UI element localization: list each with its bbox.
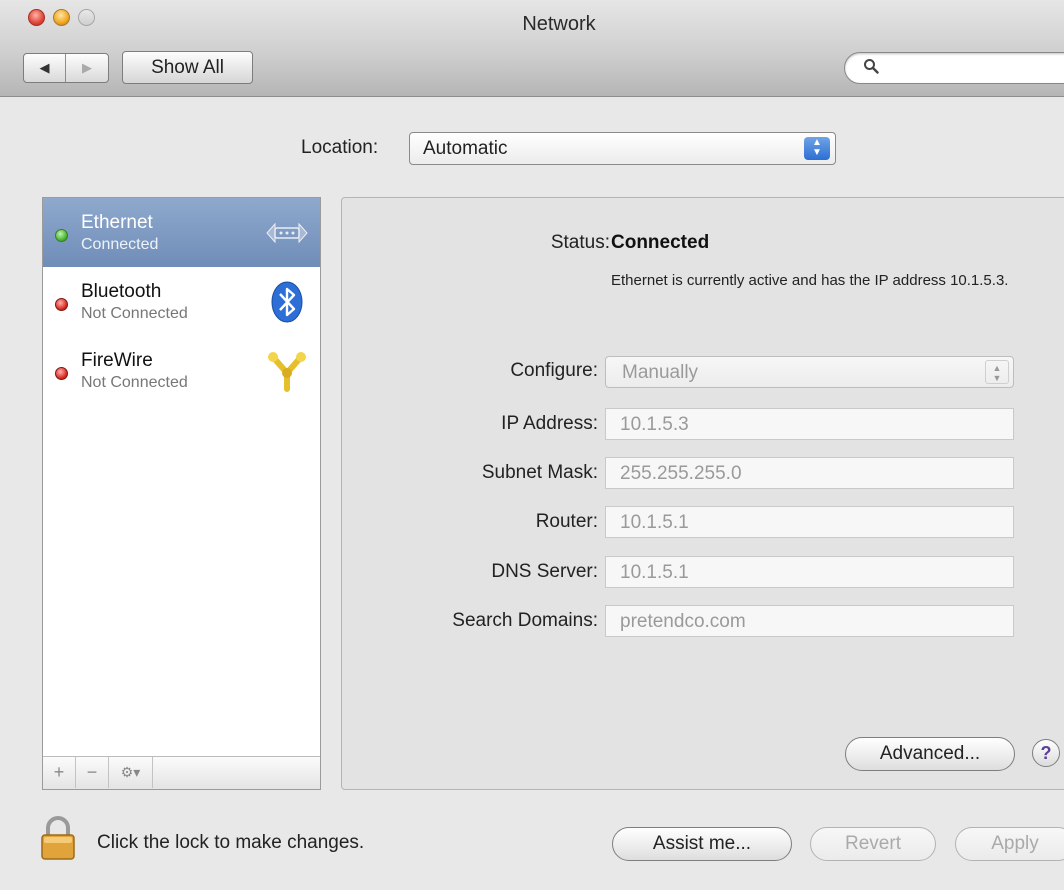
service-item-ethernet[interactable]: Ethernet Connected xyxy=(43,198,320,267)
ip-address-label: IP Address: xyxy=(501,413,598,434)
search-domains-field[interactable]: pretendco.com xyxy=(605,605,1014,637)
configure-value: Manually xyxy=(622,362,699,383)
service-name: Ethernet xyxy=(81,212,153,233)
apply-button[interactable]: Apply xyxy=(955,827,1064,861)
router-label: Router: xyxy=(535,511,598,532)
status-dot-icon xyxy=(55,298,68,311)
router-field[interactable]: 10.1.5.1 xyxy=(605,506,1014,538)
service-detail-panel: Status: Connected Ethernet is currently … xyxy=(341,197,1064,790)
title-bar: Network ◀ ▶ Show All xyxy=(0,0,1064,97)
forward-arrow-icon: ▶ xyxy=(82,60,92,75)
status-label: Status: xyxy=(550,232,610,253)
lock-icon[interactable] xyxy=(40,816,76,860)
bluetooth-icon xyxy=(264,279,310,325)
remove-service-button[interactable]: − xyxy=(76,757,109,788)
service-list-toolbar: + − ⚙▾ xyxy=(43,756,320,789)
advanced-button[interactable]: Advanced... xyxy=(845,737,1015,771)
select-arrows-icon: ▲ ▼ xyxy=(804,137,830,160)
status-value: Connected xyxy=(611,232,710,253)
status-dot-icon xyxy=(55,367,68,380)
select-arrows-icon: ▲ ▼ xyxy=(985,360,1009,384)
search-icon xyxy=(863,58,879,79)
network-preferences-window: Network ◀ ▶ Show All Location: Automatic… xyxy=(0,0,1064,890)
service-name: FireWire xyxy=(81,350,153,371)
subnet-mask-field[interactable]: 255.255.255.0 xyxy=(605,457,1014,489)
window-title: Network xyxy=(522,13,596,35)
status-dot-icon xyxy=(55,229,68,242)
search-domains-label: Search Domains: xyxy=(452,610,598,631)
location-select[interactable]: Automatic ▲ ▼ xyxy=(409,132,836,165)
dns-server-field[interactable]: 10.1.5.1 xyxy=(605,556,1014,588)
show-all-button[interactable]: Show All xyxy=(122,51,253,84)
back-forward-control: ◀ ▶ xyxy=(23,53,109,83)
service-item-bluetooth[interactable]: Bluetooth Not Connected xyxy=(43,267,320,336)
service-list: Ethernet Connected Bluetooth Not Connect… xyxy=(42,197,321,790)
service-status: Not Connected xyxy=(81,374,188,391)
forward-button[interactable]: ▶ xyxy=(66,54,108,82)
service-status: Not Connected xyxy=(81,305,188,322)
configure-select[interactable]: Manually ▲ ▼ xyxy=(605,356,1014,388)
ip-address-field[interactable]: 10.1.5.3 xyxy=(605,408,1014,440)
revert-button[interactable]: Revert xyxy=(810,827,936,861)
back-button[interactable]: ◀ xyxy=(24,54,66,82)
location-value: Automatic xyxy=(423,138,508,159)
service-status: Connected xyxy=(81,236,159,253)
location-label: Location: xyxy=(301,137,379,158)
help-icon: ? xyxy=(1040,742,1052,763)
search-field[interactable] xyxy=(844,52,1064,84)
help-button[interactable]: ? xyxy=(1032,739,1060,767)
back-arrow-icon: ◀ xyxy=(39,60,50,75)
ethernet-icon xyxy=(264,210,310,256)
assist-me-button[interactable]: Assist me... xyxy=(612,827,792,861)
service-item-firewire[interactable]: FireWire Not Connected xyxy=(43,336,320,405)
firewire-icon xyxy=(264,348,310,394)
service-name: Bluetooth xyxy=(81,281,162,302)
add-service-button[interactable]: + xyxy=(43,757,76,788)
action-menu-button[interactable]: ⚙▾ xyxy=(109,757,153,788)
subnet-mask-label: Subnet Mask: xyxy=(481,462,598,483)
configure-label: Configure: xyxy=(510,360,598,381)
gear-icon: ⚙▾ xyxy=(120,764,141,780)
dns-server-label: DNS Server: xyxy=(491,561,598,582)
lock-message: Click the lock to make changes. xyxy=(97,832,365,853)
status-description: Ethernet is currently active and has the… xyxy=(611,272,1009,289)
